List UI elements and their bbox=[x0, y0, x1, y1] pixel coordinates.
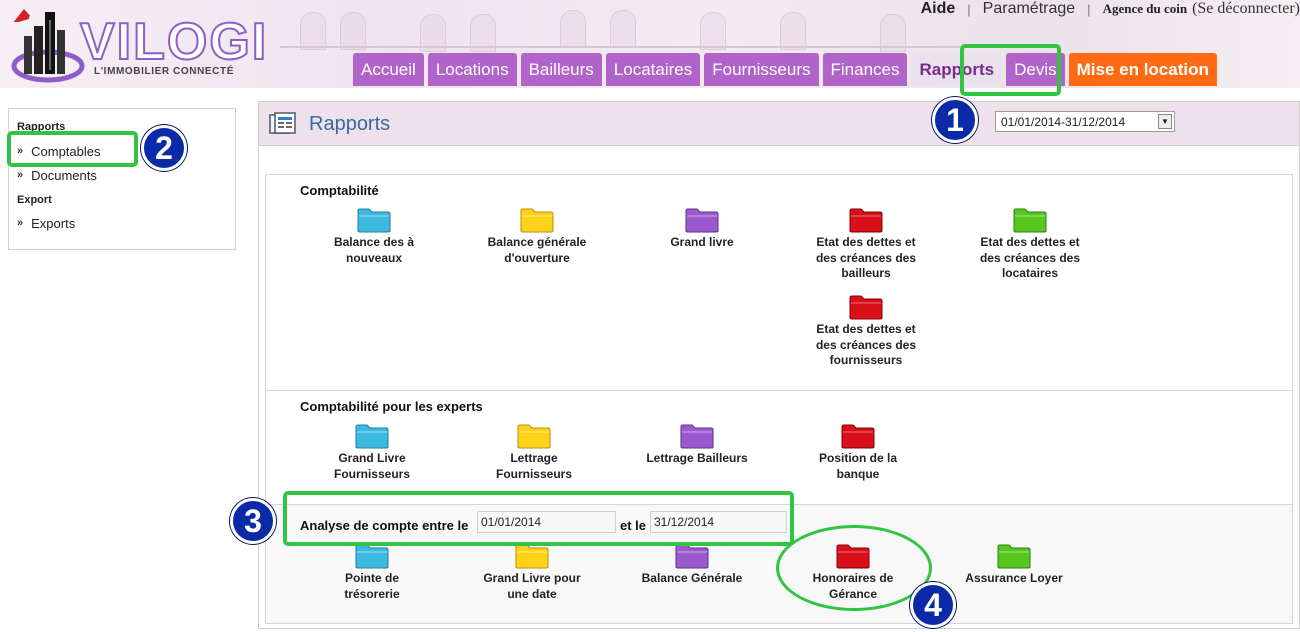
facade-window bbox=[300, 12, 326, 50]
report-balance-generale[interactable]: Balance Générale bbox=[627, 543, 757, 587]
folder-icon bbox=[849, 208, 883, 233]
report-label: Balance Générale bbox=[641, 571, 743, 585]
report-label: Grand Livre pour une date bbox=[483, 571, 581, 601]
app-root: VILOGI L'IMMOBILIER CONNECTÉ Aide | Para… bbox=[0, 0, 1300, 632]
agency-name: Agence du coin bbox=[1102, 1, 1188, 16]
report-assurance-loyer[interactable]: Assurance Loyer bbox=[949, 543, 1079, 587]
logo-wordmark: VILOGI bbox=[79, 12, 269, 72]
folder-icon bbox=[517, 424, 551, 449]
report-label: Etat des dettes et des créances des baille… bbox=[815, 235, 917, 280]
period-select-value: 01/01/2014-31/12/2014 bbox=[1001, 114, 1126, 129]
folder-icon bbox=[849, 295, 883, 320]
chevron-double-right-icon: » bbox=[17, 169, 24, 181]
tab-finances[interactable]: Finances bbox=[822, 53, 908, 86]
report-label: Balance des à nouveaux bbox=[333, 235, 415, 265]
sidebar-item-documents[interactable]: » Documents bbox=[17, 166, 97, 184]
folder-icon bbox=[675, 544, 709, 569]
page-title: Rapports bbox=[309, 113, 391, 135]
report-dettes-creances-locataires[interactable]: Etat des dettes et des créances des locata… bbox=[965, 207, 1095, 282]
folder-icon bbox=[841, 424, 875, 449]
main-nav: Accueil Locations Bailleurs Locataires F… bbox=[353, 53, 1221, 86]
report-grand-livre-fournisseurs[interactable]: Grand Livre Fournisseurs bbox=[307, 423, 437, 482]
chevron-double-right-icon: » bbox=[17, 217, 24, 229]
chevron-down-icon[interactable]: ▼ bbox=[1158, 114, 1172, 129]
step-badge-4: 4 bbox=[910, 582, 956, 628]
section-experts: Comptabilité pour les experts Grand Livr… bbox=[266, 391, 1292, 505]
report-grand-livre-date[interactable]: Grand Livre pour une date bbox=[467, 543, 597, 602]
link-separator: | bbox=[1087, 1, 1091, 17]
report-label: Etat des dettes et des créances des fourni… bbox=[815, 322, 917, 367]
report-label: Etat des dettes et des créances des locata… bbox=[979, 235, 1081, 280]
report-label: Pointe de trésorerie bbox=[344, 571, 400, 601]
section-comptabilite: Comptabilité Balance des à nouveaux Balan… bbox=[266, 175, 1292, 391]
report-label: Balance générale d'ouverture bbox=[487, 235, 587, 265]
logo-tagline: L'IMMOBILIER CONNECTÉ bbox=[94, 66, 234, 77]
report-label: Assurance Loyer bbox=[965, 571, 1063, 585]
tab-bailleurs[interactable]: Bailleurs bbox=[520, 53, 602, 86]
sidebar-heading-export: Export bbox=[17, 194, 52, 206]
folder-icon bbox=[357, 208, 391, 233]
facade-window bbox=[560, 10, 586, 48]
report-label: Grand livre bbox=[670, 235, 734, 249]
report-dettes-creances-fournisseurs[interactable]: Etat des dettes et des créances des fourni… bbox=[801, 294, 931, 369]
folder-icon bbox=[355, 544, 389, 569]
highlight-analysis-dates bbox=[283, 491, 794, 546]
highlight-honoraires bbox=[776, 525, 932, 611]
top-links: Aide | Paramétrage | Agence du coin (Se … bbox=[921, 0, 1300, 18]
report-balance-generale-ouverture[interactable]: Balance générale d'ouverture bbox=[472, 207, 602, 266]
period-select[interactable]: 01/01/2014-31/12/2014 ▼ bbox=[995, 111, 1175, 132]
facade-window bbox=[700, 12, 726, 50]
report-lettrage-fournisseurs[interactable]: Lettrage Fournisseurs bbox=[469, 423, 599, 482]
step-badge-3: 3 bbox=[230, 498, 276, 544]
settings-link[interactable]: Paramétrage bbox=[983, 0, 1076, 18]
header: VILOGI L'IMMOBILIER CONNECTÉ Aide | Para… bbox=[0, 0, 1300, 88]
report-label: Lettrage Fournisseurs bbox=[495, 451, 573, 481]
tab-fournisseurs[interactable]: Fournisseurs bbox=[704, 53, 819, 86]
sidebar-item-exports[interactable]: » Exports bbox=[17, 214, 75, 232]
facade-ledge bbox=[280, 46, 960, 48]
highlight-rapports-tab bbox=[960, 44, 1061, 96]
tab-accueil[interactable]: Accueil bbox=[353, 53, 424, 86]
sidebar-item-label: Exports bbox=[31, 215, 76, 231]
report-position-banque[interactable]: Position de la banque bbox=[793, 423, 923, 482]
report-label: Lettrage Bailleurs bbox=[646, 451, 748, 465]
folder-icon bbox=[680, 424, 714, 449]
report-grand-livre[interactable]: Grand livre bbox=[637, 207, 767, 251]
folder-icon bbox=[520, 208, 554, 233]
report-pointe-tresorerie[interactable]: Pointe de trésorerie bbox=[307, 543, 437, 602]
section-title: Comptabilité pour les experts bbox=[300, 399, 483, 414]
section-title: Comptabilité bbox=[300, 183, 379, 198]
santa-hat-icon bbox=[11, 9, 35, 27]
reports-panel: Rapports 01/01/2014-31/12/2014 ▼ Comptab… bbox=[258, 101, 1300, 629]
report-document-icon bbox=[269, 112, 296, 134]
folder-icon bbox=[997, 544, 1031, 569]
report-label: Grand Livre Fournisseurs bbox=[333, 451, 411, 481]
link-separator: | bbox=[967, 1, 971, 17]
tab-locataires[interactable]: Locataires bbox=[605, 53, 701, 86]
folder-icon bbox=[685, 208, 719, 233]
vilogi-logo[interactable]: VILOGI L'IMMOBILIER CONNECTÉ bbox=[10, 6, 275, 84]
report-label: Position de la banque bbox=[818, 451, 897, 481]
report-lettrage-bailleurs[interactable]: Lettrage Bailleurs bbox=[632, 423, 762, 467]
sidebar: Rapports » Comptables » Documents Export… bbox=[8, 108, 236, 250]
facade-window bbox=[780, 12, 806, 50]
step-badge-2: 2 bbox=[141, 125, 187, 171]
logout-link[interactable]: (Se déconnecter) bbox=[1192, 0, 1300, 18]
report-balance-a-nouveaux[interactable]: Balance des à nouveaux bbox=[309, 207, 439, 266]
folder-icon bbox=[355, 424, 389, 449]
report-dettes-creances-bailleurs[interactable]: Etat des dettes et des créances des baille… bbox=[801, 207, 931, 282]
tab-mise-en-location[interactable]: Mise en location bbox=[1068, 53, 1217, 86]
panel-header: Rapports 01/01/2014-31/12/2014 ▼ bbox=[259, 102, 1299, 146]
folder-icon bbox=[1013, 208, 1047, 233]
help-link[interactable]: Aide bbox=[921, 0, 956, 18]
highlight-comptables bbox=[7, 131, 138, 167]
facade-window bbox=[610, 10, 636, 48]
sidebar-item-label: Documents bbox=[31, 167, 97, 183]
folder-icon bbox=[515, 544, 549, 569]
facade-window bbox=[340, 12, 366, 50]
step-badge-1: 1 bbox=[932, 97, 978, 143]
tab-locations[interactable]: Locations bbox=[427, 53, 517, 86]
